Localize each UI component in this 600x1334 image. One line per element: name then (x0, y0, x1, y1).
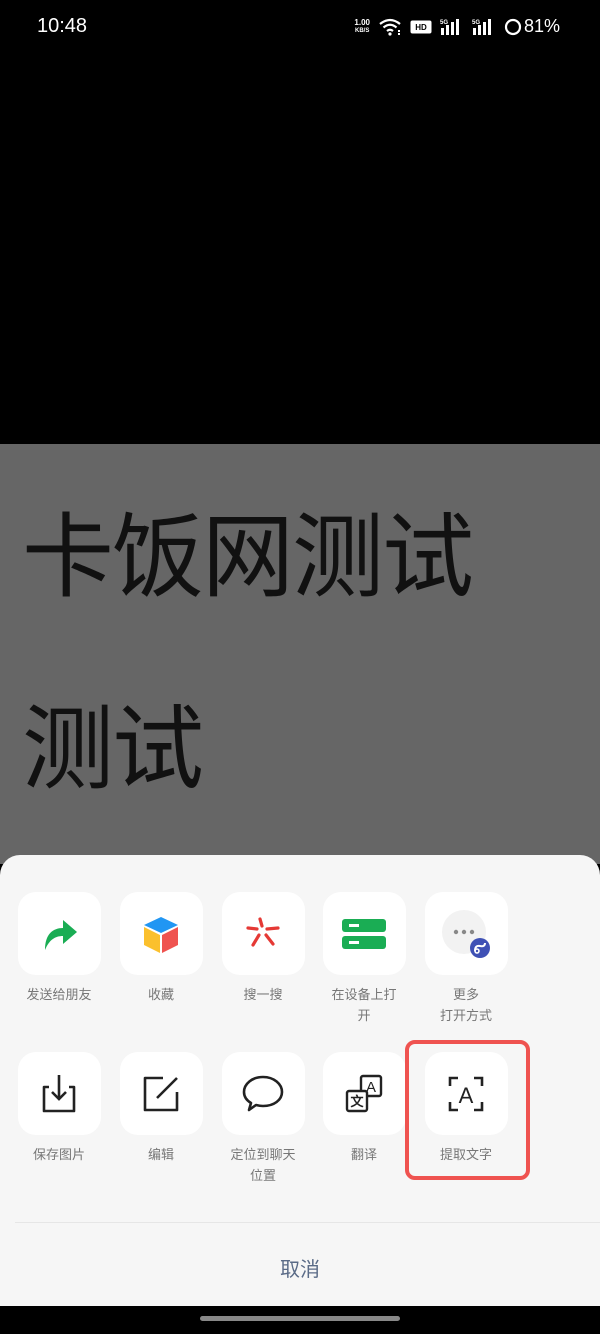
action-extract-text[interactable]: A 提取文字 (416, 1052, 516, 1166)
battery-ring-icon (504, 18, 522, 35)
edit-icon (143, 1076, 179, 1111)
hd-icon: HD (410, 20, 432, 33)
action-more-open-methods[interactable]: 更多 打开方式 (416, 892, 516, 1027)
image-viewer-background (0, 56, 600, 444)
translate-icon: A 文 (345, 1074, 383, 1112)
action-label: 保存图片 (32, 1148, 85, 1163)
action-label: 在设备上打开 (331, 988, 397, 1024)
action-search[interactable]: 搜一搜 (213, 892, 313, 1006)
image-text-line2: 测试 (22, 696, 204, 803)
status-icons: 1.00 KB/S HD 5G 5G 81% (354, 16, 560, 37)
action-tile[interactable] (17, 892, 101, 975)
action-tile[interactable] (424, 892, 508, 975)
action-label: 发送给朋友 (26, 988, 92, 1003)
action-tile[interactable] (17, 1052, 101, 1135)
action-send-to-friend[interactable]: 发送给朋友 (9, 892, 109, 1006)
action-tile[interactable]: A 文 (322, 1052, 406, 1135)
cancel-button[interactable]: 取消 (0, 1232, 600, 1302)
favorite-cube-icon (144, 916, 178, 953)
action-tile[interactable] (119, 892, 203, 975)
open-on-device-icon (342, 918, 386, 949)
action-label: 编辑 (147, 1148, 174, 1163)
action-open-on-device[interactable]: 在设备上打开 (314, 892, 414, 1027)
status-bar: 10:48 1.00 KB/S HD 5G 5G 81% (0, 0, 600, 56)
action-translate[interactable]: A 文 翻译 (314, 1052, 414, 1166)
net-speed-icon: 1.00 KB/S (354, 17, 370, 35)
svg-text:HD: HD (415, 23, 427, 32)
battery: 81% (504, 16, 560, 37)
share-arrow-icon (45, 919, 77, 950)
home-indicator[interactable] (200, 1316, 400, 1321)
action-locate-chat[interactable]: 定位到聊天 位置 (213, 1052, 313, 1187)
locate-chat-icon (242, 1075, 284, 1111)
action-favorite[interactable]: 收藏 (111, 892, 211, 1006)
status-time: 10:48 (37, 15, 88, 37)
svg-text:A: A (459, 1083, 474, 1108)
action-label: 搜一搜 (243, 988, 283, 1003)
extract-text-icon: A (448, 1076, 484, 1111)
action-edit[interactable]: 编辑 (111, 1052, 211, 1166)
action-tile[interactable] (221, 892, 305, 975)
signal-5g-icon: 5G (472, 18, 491, 35)
action-tile[interactable] (119, 1052, 203, 1135)
signal-5g-icon: 5G (440, 18, 459, 35)
action-tile[interactable] (322, 892, 406, 975)
action-tile[interactable] (221, 1052, 305, 1135)
action-label: 收藏 (147, 988, 174, 1003)
action-save-image[interactable]: 保存图片 (9, 1052, 109, 1166)
net-speed-value: 1.00 (354, 17, 370, 27)
action-label: 翻译 (350, 1148, 377, 1163)
action-label: 更多 打开方式 (439, 988, 492, 1024)
wifi-icon (379, 18, 401, 36)
image-text-line1: 卡饭网测试 (22, 504, 474, 611)
search-star-icon (246, 916, 280, 947)
action-tile[interactable]: A (424, 1052, 508, 1135)
divider (15, 1222, 600, 1223)
save-image-icon (42, 1074, 76, 1112)
net-speed-unit: KB/S (355, 27, 370, 34)
action-label: 提取文字 (439, 1148, 492, 1163)
action-label: 定位到聊天 位置 (230, 1148, 296, 1184)
more-open-methods-icon (442, 909, 490, 958)
battery-percent: 81% (523, 16, 560, 36)
svg-text:文: 文 (350, 1094, 364, 1110)
